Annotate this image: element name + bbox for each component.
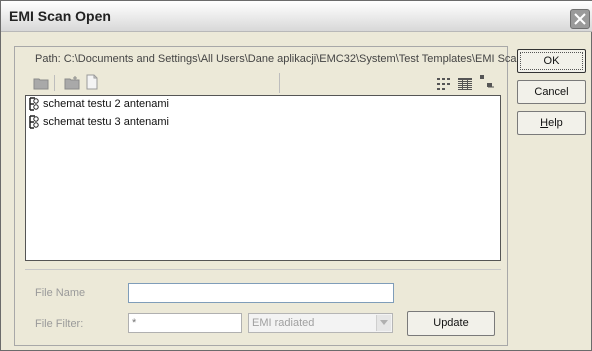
title-bar[interactable]: EMI Scan Open — [1, 1, 592, 32]
emi-scan-open-dialog: EMI Scan Open Path: C:\Documents and Set… — [0, 0, 592, 351]
template-icon — [27, 115, 41, 133]
path-label: Path: C:\Documents and Settings\All User… — [35, 53, 523, 65]
folder-up-icon[interactable] — [33, 76, 49, 95]
new-folder-icon[interactable] — [64, 76, 80, 95]
form-divider — [25, 269, 501, 270]
ok-button[interactable]: OK — [517, 49, 586, 73]
update-button-label: Update — [433, 317, 469, 329]
help-label-rest: elp — [548, 117, 563, 129]
list-view-icon[interactable] — [437, 77, 451, 95]
small-icons-view-icon[interactable] — [480, 75, 494, 94]
file-name-label: File Name — [35, 287, 86, 299]
list-item-label: schemat testu 3 antenami — [43, 116, 169, 128]
help-button-label: Help — [540, 117, 563, 129]
filter-type-value: EMI radiated — [252, 317, 315, 329]
cancel-button[interactable]: Cancel — [517, 80, 586, 104]
cancel-button-label: Cancel — [534, 86, 569, 98]
help-button[interactable]: Help — [517, 111, 586, 135]
list-item-label: schemat testu 2 antenami — [43, 98, 169, 110]
toolbar-divider — [279, 73, 280, 93]
file-list[interactable]: schemat testu 2 antenami schemat testu 3… — [25, 95, 501, 261]
filter-type-select[interactable]: EMI radiated — [248, 313, 393, 333]
list-item[interactable]: schemat testu 3 antenami — [27, 115, 169, 129]
new-file-icon[interactable] — [85, 74, 99, 95]
template-icon — [27, 97, 41, 115]
details-view-icon[interactable] — [458, 77, 472, 95]
dropdown-button[interactable] — [376, 315, 391, 331]
help-mnemonic: H — [540, 117, 549, 129]
file-filter-label: File Filter: — [35, 318, 84, 330]
file-name-input[interactable] — [128, 283, 394, 303]
update-button[interactable]: Update — [407, 311, 495, 336]
ok-button-label: OK — [543, 55, 560, 67]
list-item[interactable]: schemat testu 2 antenami — [27, 97, 169, 111]
close-button[interactable] — [570, 9, 590, 29]
file-filter-input[interactable]: * — [128, 313, 242, 333]
toolbar-divider — [54, 75, 55, 91]
window-title: EMI Scan Open — [9, 8, 111, 24]
